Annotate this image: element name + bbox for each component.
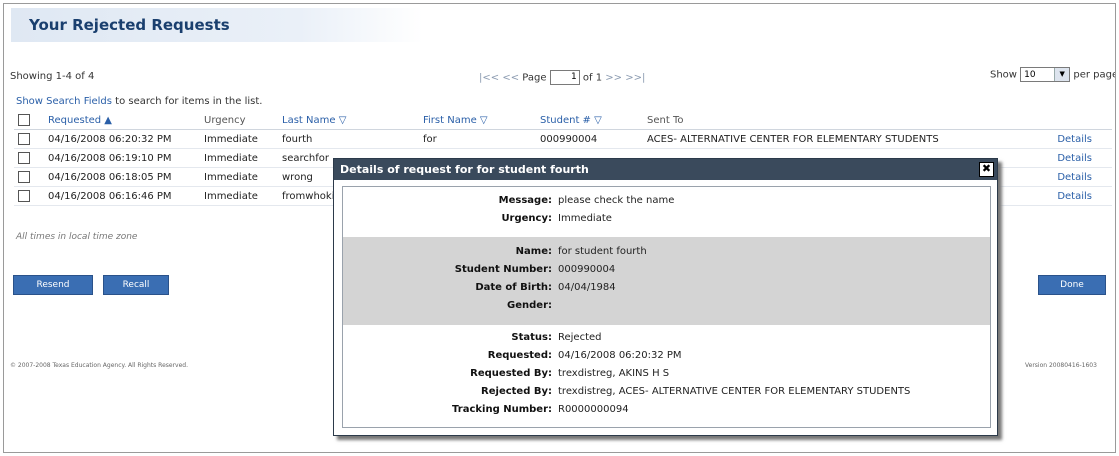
status-section: Status: Rejected Requested: 04/16/2008 0… (343, 325, 990, 427)
details-link[interactable]: Details (1057, 134, 1092, 145)
cell-last-name: fourth (278, 129, 419, 149)
page-label: Page (522, 72, 547, 84)
title-bar: Your Rejected Requests (11, 8, 423, 42)
prev-page-link[interactable]: << (502, 73, 519, 84)
page-title: Your Rejected Requests (29, 16, 230, 34)
label-tracking-number: Tracking Number: (452, 404, 552, 415)
field-status: Status: Rejected (343, 332, 990, 349)
showing-count: Showing 1-4 of 4 (10, 71, 95, 82)
header-urgency: Urgency (200, 111, 278, 130)
row-checkbox[interactable] (18, 190, 30, 202)
per-page-suffix: per page (1073, 69, 1116, 81)
field-gender: Gender: (343, 300, 990, 317)
student-section: Name: for student fourth Student Number:… (343, 237, 990, 325)
label-urgency: Urgency: (501, 213, 552, 224)
details-link[interactable]: Details (1057, 172, 1092, 183)
search-hint: Show Search Fields to search for items i… (16, 96, 262, 107)
done-button[interactable]: Done (1038, 275, 1106, 295)
field-requested-by: Requested By: trexdistreg, AKINS H S (343, 368, 990, 385)
label-requested: Requested: (487, 350, 552, 361)
header-sent-to: Sent To (643, 111, 1031, 130)
field-student-number: Student Number: 000990004 (343, 264, 990, 281)
label-gender: Gender: (507, 300, 552, 311)
details-dialog: Details of request for for student fourt… (333, 158, 998, 436)
dialog-body: Message: please check the name Urgency: … (342, 186, 991, 428)
cell-student-number: 000990004 (536, 129, 643, 149)
field-rejected-by: Rejected By: trexdistreg, ACES- ALTERNAT… (343, 386, 990, 403)
field-name: Name: for student fourth (343, 246, 990, 263)
value-urgency: Immediate (558, 213, 612, 224)
row-checkbox[interactable] (18, 133, 30, 145)
label-message: Message: (498, 195, 552, 206)
label-name: Name: (515, 246, 552, 257)
value-message: please check the name (558, 195, 675, 206)
value-date-of-birth: 04/04/1984 (558, 282, 616, 293)
cell-requested: 04/16/2008 06:20:32 PM (44, 129, 200, 149)
row-checkbox[interactable] (18, 152, 30, 164)
value-requested: 04/16/2008 06:20:32 PM (558, 350, 682, 361)
page-of-label: of 1 (582, 72, 603, 84)
field-requested: Requested: 04/16/2008 06:20:32 PM (343, 350, 990, 367)
value-student-number: 000990004 (558, 264, 616, 275)
cell-urgency: Immediate (200, 167, 278, 187)
header-requested[interactable]: Requested ▲ (44, 111, 200, 130)
dialog-title: Details of request for for student fourt… (340, 163, 589, 176)
copyright-text: © 2007-2008 Texas Education Agency. All … (10, 362, 189, 369)
cell-sent-to: ACES- ALTERNATIVE CENTER FOR ELEMENTARY … (643, 129, 1031, 149)
row-checkbox[interactable] (18, 171, 30, 183)
value-status: Rejected (558, 332, 602, 343)
field-message: Message: please check the name (343, 195, 990, 212)
cell-urgency: Immediate (200, 186, 278, 206)
tracking-number-link[interactable]: R0000000094 (558, 404, 629, 415)
field-urgency: Urgency: Immediate (343, 213, 990, 230)
next-page-link[interactable]: >> (605, 73, 622, 84)
last-page-link[interactable]: >>| (625, 73, 645, 84)
message-section: Message: please check the name Urgency: … (343, 187, 990, 237)
version-text: Version 20080416-1603 (1025, 362, 1097, 369)
details-link[interactable]: Details (1057, 191, 1092, 202)
time-zone-note: All times in local time zone (16, 232, 138, 242)
cell-requested: 04/16/2008 06:16:46 PM (44, 186, 200, 206)
resend-button[interactable]: Resend (13, 275, 93, 295)
label-date-of-birth: Date of Birth: (475, 282, 552, 293)
dialog-header: Details of request for for student fourt… (334, 159, 997, 180)
table-header-row: Requested ▲ Urgency Last Name ▽ First Na… (14, 111, 1112, 130)
table-row: 04/16/2008 06:20:32 PM Immediate fourth … (14, 129, 1112, 149)
show-label: Show (990, 69, 1017, 81)
header-first-name[interactable]: First Name ▽ (419, 111, 536, 130)
header-student-number[interactable]: Student # ▽ (536, 111, 643, 130)
first-page-link[interactable]: |<< (479, 73, 499, 84)
page-number-input[interactable]: 1 (549, 70, 580, 85)
label-status: Status: (511, 332, 552, 343)
label-requested-by: Requested By: (470, 368, 552, 379)
per-page-select[interactable]: 10 ▼ (1020, 67, 1071, 82)
value-name: for student fourth (558, 246, 647, 257)
label-student-number: Student Number: (454, 264, 552, 275)
cell-requested: 04/16/2008 06:18:05 PM (44, 167, 200, 187)
dropdown-arrow-icon[interactable]: ▼ (1054, 68, 1070, 81)
cell-first-name: for (419, 129, 536, 149)
select-all-checkbox[interactable] (18, 114, 30, 126)
cell-urgency: Immediate (200, 148, 278, 168)
field-tracking-number: Tracking Number: R0000000094 (343, 404, 990, 421)
cell-urgency: Immediate (200, 129, 278, 149)
close-icon[interactable]: ✖ (979, 162, 994, 177)
header-last-name[interactable]: Last Name ▽ (278, 111, 419, 130)
details-link[interactable]: Details (1057, 153, 1092, 164)
cell-requested: 04/16/2008 06:19:10 PM (44, 148, 200, 168)
value-rejected-by: trexdistreg, ACES- ALTERNATIVE CENTER FO… (558, 386, 911, 397)
search-hint-text: to search for items in the list. (112, 96, 263, 107)
recall-button[interactable]: Recall (103, 275, 169, 295)
show-search-fields-link[interactable]: Show Search Fields (16, 96, 112, 107)
per-page-control: Show 10 ▼ per page (990, 67, 1116, 82)
per-page-value: 10 (1024, 70, 1036, 80)
label-rejected-by: Rejected By: (481, 386, 552, 397)
value-requested-by: trexdistreg, AKINS H S (558, 368, 670, 379)
pager: |<< << Page 1 of 1 >> >>| (479, 70, 645, 85)
field-date-of-birth: Date of Birth: 04/04/1984 (343, 282, 990, 299)
